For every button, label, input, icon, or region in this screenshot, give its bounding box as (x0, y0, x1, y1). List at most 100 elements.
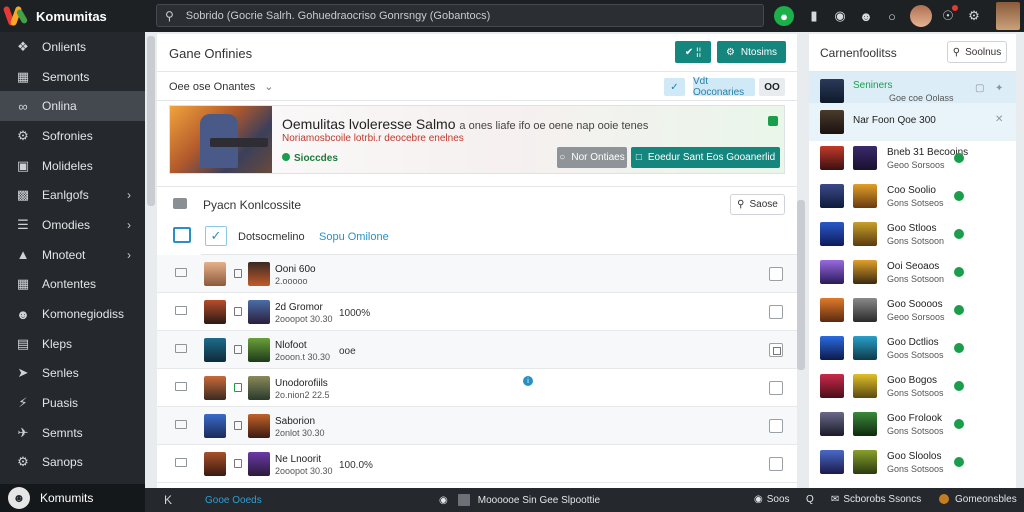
settings-icon[interactable]: ⚙ (962, 5, 986, 27)
friend-name: Seniners (853, 80, 893, 91)
bottom-option-2[interactable]: ✉ Scborobs Ssoncs (831, 494, 921, 505)
filter-dropdown[interactable]: Oee ose Onantes ⌄ (169, 80, 274, 93)
row-checkbox[interactable] (769, 419, 783, 433)
bottom-search-button[interactable]: Q (806, 494, 814, 505)
sidebar-item-1[interactable]: ▦ Semonts (0, 62, 145, 92)
copy-icon (234, 345, 242, 354)
status-online-icon[interactable]: ● (774, 6, 794, 26)
bottom-option-3[interactable]: Gomeonsbles (939, 494, 1017, 505)
online-dot-icon (954, 305, 964, 315)
online-dot-icon (954, 381, 964, 391)
header-action-button[interactable]: ✔ ¦¦ (675, 41, 711, 63)
sidebar-item-label: Senles (42, 366, 79, 381)
sidebar-item-10[interactable]: ▤ Kleps (0, 329, 145, 359)
chart-icon: ▩ (16, 187, 30, 203)
list-item[interactable]: Goo Frolook Gons Sotsoos (809, 405, 1016, 443)
status-text: Moooooe Sin Gee Slpoottie (477, 494, 601, 506)
friends-icon[interactable]: ☻ (854, 5, 878, 27)
sidebar-item-3[interactable]: ⚙ Sofronies (0, 121, 145, 151)
globe-icon[interactable]: ◉ (828, 5, 852, 27)
top-icons: ● ▮ ◉ ☻ ○ ☉ ⚙ (774, 4, 988, 28)
sidebar-item-14[interactable]: ⚙ Sanops (0, 448, 145, 478)
sidebar-item-12[interactable]: ⚡ Puasis (0, 388, 145, 418)
list-item[interactable]: Coo Soolio Gons Sotseos (809, 177, 1016, 215)
sidebar-item-0[interactable]: ❖ Onlients (0, 32, 145, 62)
mail-icon (175, 268, 187, 277)
list-item[interactable]: Nar Foon Qoe 300 ✕ (809, 103, 1016, 141)
status-dot-icon (282, 153, 290, 161)
stats-icon[interactable]: ▮ (802, 5, 826, 27)
select-link[interactable]: Sopu Omilone (319, 231, 389, 243)
row-checkbox[interactable] (769, 457, 783, 471)
section-search-button[interactable]: ⚲ Saose (730, 194, 785, 215)
sidebar-account[interactable]: ☻ Komumits (0, 484, 145, 512)
profile-avatar[interactable] (996, 2, 1020, 30)
info-icon[interactable]: i (523, 376, 533, 386)
select-all-checkbox[interactable] (173, 227, 191, 243)
select-checked-checkbox[interactable]: ✓ (205, 226, 227, 246)
list-item[interactable]: Ooi Seoaos Gons Sotsoon (809, 253, 1016, 291)
sidebar-item-4[interactable]: ▣ Molideles (0, 151, 145, 181)
sidebar-item-2[interactable]: ∞ Onlina (0, 91, 145, 122)
featured-banner[interactable]: Oemulitas lvoleresse Salmo a ones liafe … (169, 105, 785, 174)
list-item[interactable]: Goo Dctlios Goos Sotsoos (809, 329, 1016, 367)
search-icon: ⚲ (165, 8, 174, 23)
copy-icon[interactable]: ▢ (975, 83, 984, 94)
row-checkbox[interactable] (769, 267, 783, 281)
sidebar-item-8[interactable]: ▦ Aontentes (0, 270, 145, 300)
sidebar-item-label: Molideles (42, 158, 93, 173)
filter-check-button[interactable]: ✓ (664, 78, 685, 96)
collapse-button[interactable]: K (164, 493, 172, 507)
sidebar-item-9[interactable]: ☻ Komonegiodiss (0, 299, 145, 329)
table-row[interactable]: Ooni 60o 2.ooooo (157, 255, 797, 293)
list-item[interactable]: Bneb 31 Becooins Geoo Sorsoos (809, 139, 1016, 177)
bottom-option-1[interactable]: ◉ Soos (754, 494, 790, 505)
row-title: Saborion (275, 416, 316, 427)
start-button[interactable]: □ Eoedur Sant Eos Gooanerlid (631, 147, 780, 168)
copy-icon (234, 421, 242, 430)
sidebar-item-7[interactable]: ▲ Mnoteot › (0, 240, 145, 270)
online-dot-icon (954, 419, 964, 429)
sidebar-item-11[interactable]: ➤ Senles (0, 359, 145, 389)
table-row[interactable]: Unodorofiils 2o.nion2 22.5 (157, 369, 797, 407)
list-item[interactable]: Goo Bogos Gons Sotsoos (809, 367, 1016, 405)
list-item[interactable]: Goo Sloolos Gons Sotsoos (809, 443, 1016, 481)
online-dot-icon (954, 343, 964, 353)
avatar (820, 222, 844, 246)
search-input[interactable]: ⚲ Sobrido (Gocrie Salrh. Gohuedraocriso … (156, 4, 764, 27)
shield-icon (768, 116, 778, 126)
table-row[interactable]: Nlofoot 2ooon.t 30.30 ooe (157, 331, 797, 369)
close-icon[interactable]: ✕ (995, 114, 1003, 125)
main-scrollbar[interactable] (797, 200, 805, 370)
row-thumbnail (204, 262, 226, 286)
document-icon: ▦ (16, 68, 30, 84)
table-row[interactable]: 2d Gromor 2ooopot 30.30 1000% (157, 293, 797, 331)
avatar (853, 374, 877, 398)
filter-options-button[interactable]: Vdt Ooconaries (693, 76, 755, 98)
row-checkbox[interactable] (769, 305, 783, 319)
list-item[interactable]: Goo Stloos Gons Sotsoon (809, 215, 1016, 253)
view-toggle-button[interactable]: OO (759, 78, 785, 96)
table-row[interactable]: Ne Lnoorit 2ooopot 30.30 100.0% (157, 445, 797, 483)
sidebar-item-label: Sofronies (42, 128, 93, 143)
sidebar-item-6[interactable]: ☰ Omodies › (0, 210, 145, 240)
sidebar-item-13[interactable]: ✈ Semnts (0, 418, 145, 448)
friend-name: Ooi Seoaos (887, 261, 940, 272)
pin-icon[interactable]: ✦ (995, 83, 1003, 94)
more-online-button[interactable]: ○ Nor Ontiaes (557, 147, 627, 168)
row-checkbox[interactable] (769, 381, 783, 395)
status-icon (234, 383, 242, 392)
app-logo[interactable]: Komumitas (0, 5, 150, 27)
sidebar-scrollbar[interactable] (147, 36, 155, 206)
user-avatar-small[interactable] (910, 5, 932, 27)
row-checkbox[interactable] (769, 343, 783, 357)
info-icon[interactable]: ○ (880, 5, 904, 27)
online-dot-icon (954, 229, 964, 239)
shield-icon[interactable]: ☉ (936, 5, 960, 27)
list-item[interactable]: Goo Soooos Geoo Sorsoos (809, 291, 1016, 329)
table-row[interactable]: Saborion 2onlot 30.30 (157, 407, 797, 445)
bottom-link[interactable]: Gooe Ooeds (205, 495, 262, 506)
header-settings-button[interactable]: ⚙ Ntosims (717, 41, 786, 63)
sidebar-item-5[interactable]: ▩ Eanlgofs › (0, 180, 145, 210)
friends-search-button[interactable]: ⚲ Soolnus (947, 41, 1007, 63)
